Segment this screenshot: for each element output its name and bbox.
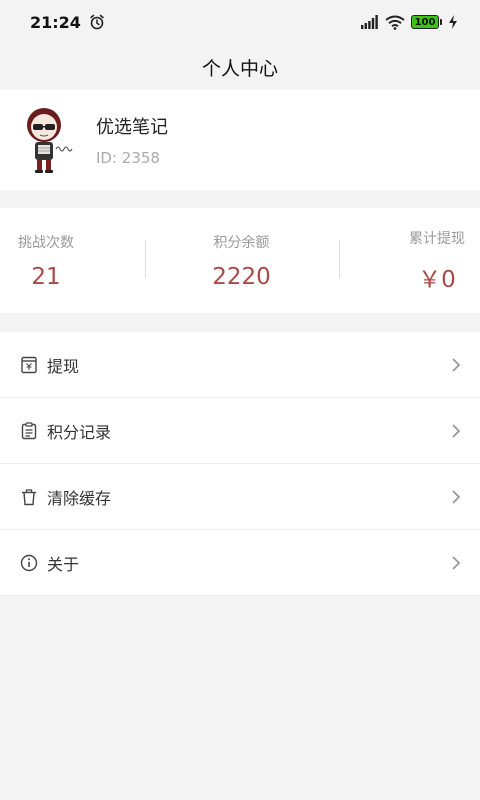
page-title: 个人中心 xyxy=(201,57,278,80)
stat-points[interactable]: 积分余额 2220 xyxy=(212,232,271,290)
stat-divider xyxy=(145,240,146,278)
status-right: 100 xyxy=(361,15,458,30)
alarm-icon xyxy=(90,14,104,30)
stat-challenges[interactable]: 挑战次数 21 xyxy=(18,232,74,290)
charging-icon xyxy=(449,15,457,29)
stat-challenges-label: 挑战次数 xyxy=(18,234,74,251)
avatar[interactable] xyxy=(22,105,78,175)
stat-withdrawn[interactable]: 累计提现 ￥0 xyxy=(409,228,465,294)
chevron-right-icon xyxy=(452,555,461,570)
signal-icon xyxy=(361,15,378,29)
menu-item-points-record[interactable]: 积分记录 xyxy=(0,398,480,464)
wifi-icon xyxy=(385,15,405,30)
stat-divider xyxy=(339,240,340,278)
status-bar: 21:24 100 xyxy=(0,0,480,44)
menu-item-about[interactable]: 关于 xyxy=(0,530,480,596)
menu-item-label: 积分记录 xyxy=(47,422,112,442)
status-time: 21:24 xyxy=(30,12,81,32)
menu-item-label: 关于 xyxy=(47,554,80,574)
info-icon xyxy=(20,554,38,571)
stat-points-value: 2220 xyxy=(212,263,271,290)
stat-withdrawn-label: 累计提现 xyxy=(408,230,465,247)
wallet-icon xyxy=(21,356,37,373)
chevron-right-icon xyxy=(452,489,461,504)
profile-id: ID: 2358 xyxy=(96,149,160,167)
profile-name: 优选笔记 xyxy=(96,117,168,138)
profile-card[interactable]: 优选笔记 ID: 2358 xyxy=(0,90,480,190)
menu-item-withdraw[interactable]: 提现 xyxy=(0,332,480,398)
menu-item-clear-cache[interactable]: 清除缓存 xyxy=(0,464,480,530)
profile-info: 优选笔记 ID: 2358 xyxy=(96,113,168,167)
menu-list: 提现 积分记录 清除缓存 关于 xyxy=(0,332,480,596)
stat-points-label: 积分余额 xyxy=(213,234,270,251)
battery-icon: 100 xyxy=(411,15,442,29)
menu-item-label: 提现 xyxy=(47,356,80,376)
status-left: 21:24 xyxy=(30,13,105,32)
menu-item-label: 清除缓存 xyxy=(47,488,112,508)
clipboard-icon xyxy=(21,421,37,439)
app-header: 个人中心 xyxy=(0,44,480,90)
stat-challenges-value: 21 xyxy=(31,263,61,290)
chevron-right-icon xyxy=(452,357,461,372)
stat-withdrawn-value: ￥0 xyxy=(418,266,456,293)
chevron-right-icon xyxy=(452,423,461,438)
stats-panel: 挑战次数 21 积分余额 2220 累计提现 ￥0 xyxy=(0,208,480,313)
trash-icon xyxy=(22,488,36,505)
